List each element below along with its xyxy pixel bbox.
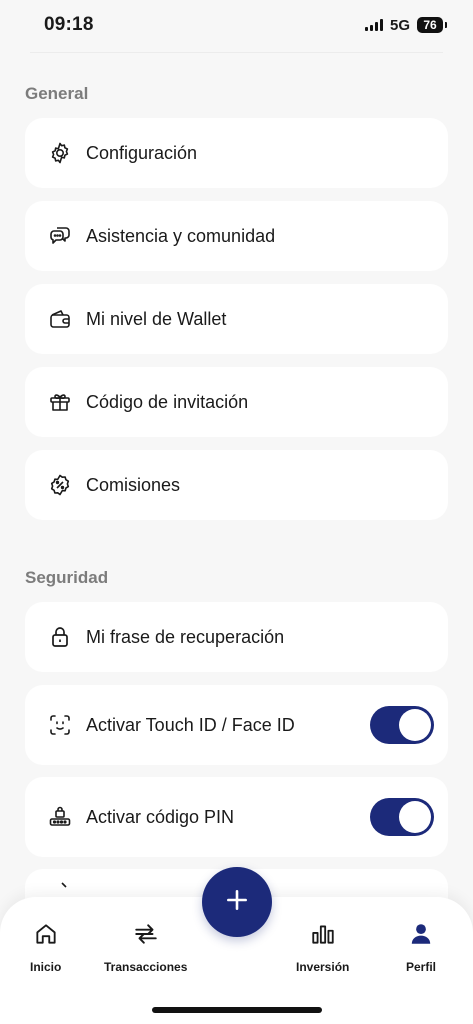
network-type: 5G	[389, 16, 410, 34]
toggle-knob	[399, 709, 431, 741]
nav-label: Transacciones	[104, 960, 188, 974]
status-indicators: 5G 76	[364, 16, 447, 34]
settings-item-asistencia[interactable]: Asistencia y comunidad	[25, 201, 448, 271]
pin-lock-icon	[47, 804, 73, 830]
settings-item-wallet[interactable]: Mi nivel de Wallet	[25, 284, 448, 354]
nav-label: Inversión	[296, 960, 350, 974]
settings-item-label: Configuración	[86, 142, 198, 163]
gift-icon	[47, 389, 73, 415]
settings-item-label: Activar Touch ID / Face ID	[86, 714, 295, 735]
battery-icon: 76	[417, 17, 447, 33]
bar-chart-icon	[310, 921, 336, 952]
lock-icon	[47, 624, 73, 650]
plus-icon	[224, 887, 250, 918]
settings-item-face-id[interactable]: Activar Touch ID / Face ID	[25, 685, 448, 765]
settings-item-label: Asistencia y comunidad	[86, 225, 276, 246]
settings-item-label: Código de invitación	[86, 391, 249, 412]
settings-item-configuracion[interactable]: Configuración	[25, 118, 448, 188]
nav-item-inicio[interactable]: Inicio	[30, 921, 61, 974]
settings-item-pin[interactable]: Activar código PIN	[25, 777, 448, 857]
section-title-seguridad: Seguridad	[25, 568, 109, 587]
settings-item-invitacion[interactable]: Código de invitación	[25, 367, 448, 437]
chat-bubbles-icon	[47, 223, 73, 249]
settings-item-label: Mi nivel de Wallet	[86, 308, 227, 329]
gear-icon	[47, 140, 73, 166]
nav-label: Perfil	[406, 960, 437, 974]
toggle-knob	[399, 801, 431, 833]
percent-badge-icon	[47, 472, 73, 498]
transfer-arrows-icon	[133, 921, 159, 952]
pin-toggle[interactable]	[370, 798, 434, 836]
status-bar: 09:18 5G 76	[0, 0, 473, 50]
nav-item-transacciones[interactable]: Transacciones	[104, 921, 187, 974]
settings-item-comisiones[interactable]: Comisiones	[25, 450, 448, 520]
nav-label: Inicio	[30, 960, 62, 974]
wallet-icon	[47, 306, 73, 332]
nav-item-perfil[interactable]: Perfil	[406, 921, 436, 974]
section-title-general: General	[25, 84, 89, 103]
settings-item-label: Activar código PIN	[86, 806, 235, 827]
add-button[interactable]	[202, 867, 272, 937]
profile-icon	[408, 921, 434, 952]
home-indicator	[152, 1007, 322, 1013]
home-icon	[33, 921, 59, 952]
nav-item-inversion[interactable]: Inversión	[296, 921, 349, 974]
divider	[30, 52, 443, 53]
settings-item-label: Mi frase de recuperación	[86, 626, 285, 647]
settings-item-frase-recuperacion[interactable]: Mi frase de recuperación	[25, 602, 448, 672]
face-id-toggle[interactable]	[370, 706, 434, 744]
face-id-icon	[47, 712, 73, 738]
status-time: 09:18	[44, 14, 94, 35]
settings-item-label: Comisiones	[86, 474, 181, 495]
signal-icon	[364, 19, 383, 31]
